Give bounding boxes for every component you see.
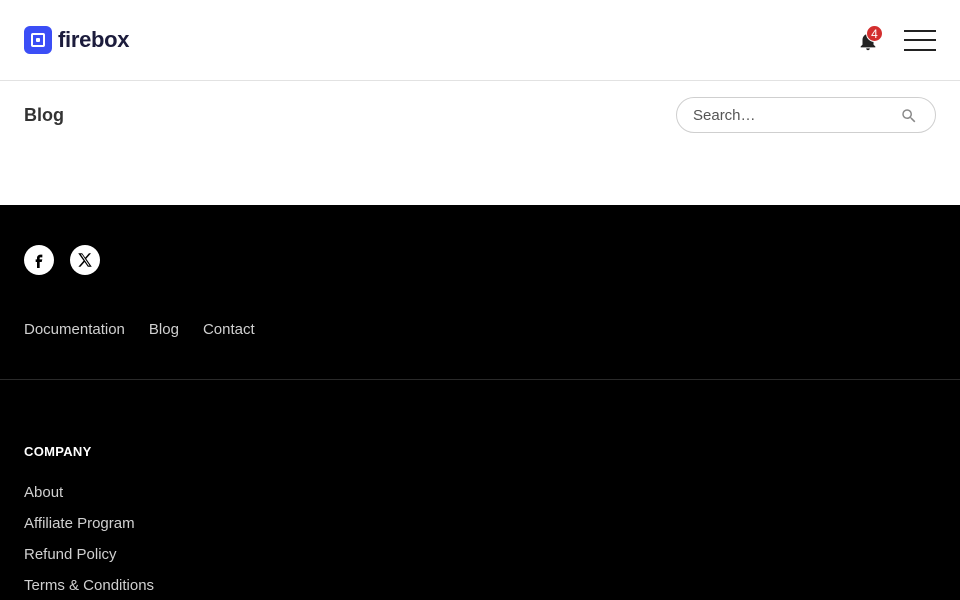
footer-link-blog[interactable]: Blog [149, 321, 179, 339]
menu-button[interactable] [904, 28, 936, 52]
company-links: About Affiliate Program Refund Policy Te… [24, 484, 154, 600]
list-item: Terms & Conditions [24, 577, 154, 600]
list-item: Refund Policy [24, 546, 154, 577]
brand-logo-link[interactable]: firebox [24, 26, 130, 54]
x-link[interactable] [70, 245, 100, 275]
company-link-terms[interactable]: Terms & Conditions [24, 577, 154, 594]
notification-count-badge: 4 [866, 25, 883, 42]
site-header: firebox 4 [0, 0, 960, 81]
search-box [676, 97, 936, 133]
company-link-affiliate[interactable]: Affiliate Program [24, 515, 135, 532]
firebox-logo-icon [24, 26, 52, 54]
facebook-icon [35, 254, 43, 268]
list-item: About [24, 484, 154, 515]
footer-link-documentation[interactable]: Documentation [24, 321, 125, 339]
brand-name: firebox [58, 27, 130, 52]
company-link-refund[interactable]: Refund Policy [24, 546, 117, 563]
footer-divider [0, 379, 960, 380]
hamburger-menu-icon [904, 30, 936, 32]
facebook-link[interactable] [24, 245, 54, 275]
company-link-about[interactable]: About [24, 484, 63, 501]
company-heading: COMPANY [24, 444, 92, 459]
site-footer: Documentation Blog Contact COMPANY About… [0, 205, 960, 600]
footer-nav: Documentation Blog Contact [24, 321, 255, 339]
footer-link-contact[interactable]: Contact [203, 321, 255, 339]
search-icon[interactable] [900, 107, 918, 125]
x-icon [78, 253, 92, 267]
list-item: Affiliate Program [24, 515, 154, 546]
page-title: Blog [24, 105, 64, 125]
search-input[interactable] [693, 105, 893, 125]
